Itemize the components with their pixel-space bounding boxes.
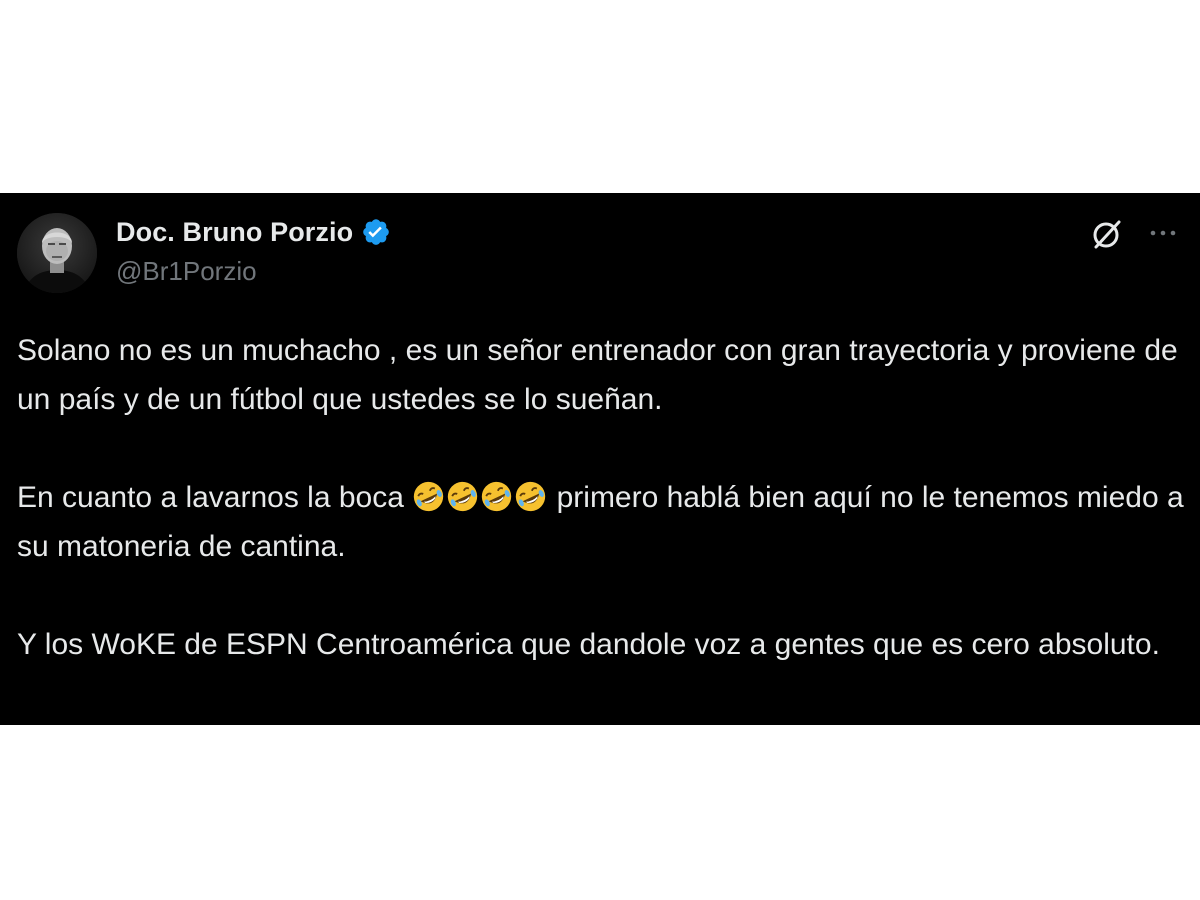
avatar[interactable] xyxy=(17,213,97,293)
rolling-on-floor-laughing-emoji-icon xyxy=(414,481,444,512)
display-name[interactable]: Doc. Bruno Porzio xyxy=(116,217,353,248)
grok-icon[interactable] xyxy=(1090,217,1124,251)
user-handle[interactable]: @Br1Porzio xyxy=(116,256,257,287)
page: Doc. Bruno Porzio @Br1Porzio Solano no e… xyxy=(0,0,1200,900)
tweet-paragraph-2: En cuanto a lavarnos la boca primero hab… xyxy=(17,473,1187,571)
avatar-photo-icon xyxy=(17,213,97,293)
rolling-on-floor-laughing-emoji-icon xyxy=(516,481,546,512)
rolling-on-floor-laughing-emoji-icon xyxy=(448,481,478,512)
tweet-paragraph-1: Solano no es un muchacho , es un señor e… xyxy=(17,334,1178,416)
tweet-text: Solano no es un muchacho , es un señor e… xyxy=(17,326,1187,669)
emoji-group xyxy=(412,481,548,514)
tweet-paragraph-2-start: En cuanto a lavarnos la boca xyxy=(17,481,413,514)
rolling-on-floor-laughing-emoji-icon xyxy=(482,481,512,512)
verified-badge-icon xyxy=(363,219,390,245)
author-name-row[interactable]: Doc. Bruno Porzio xyxy=(116,212,391,252)
more-options-icon[interactable] xyxy=(1146,218,1180,248)
tweet-paragraph-3: Y los WoKE de ESPN Centroamérica que dan… xyxy=(17,628,1160,661)
